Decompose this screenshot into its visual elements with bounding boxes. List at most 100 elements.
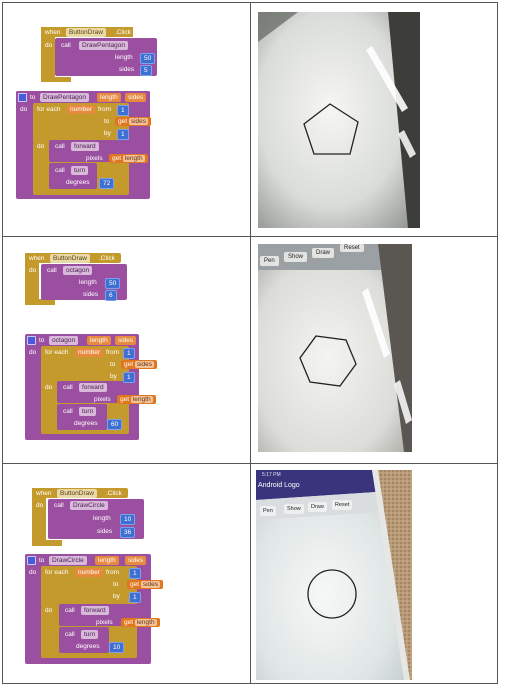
call-arg1-value[interactable]: 10 <box>120 514 136 525</box>
foreach-to-label: to <box>110 361 116 368</box>
call-proc-dropdown[interactable]: DrawCircle <box>70 501 108 510</box>
call-arg1-value[interactable]: 50 <box>140 53 156 64</box>
get-label: get <box>112 155 122 162</box>
def-param-length[interactable]: length <box>87 336 111 345</box>
get-label: get <box>120 396 130 403</box>
mutator-gear-icon[interactable] <box>18 93 27 102</box>
turn-degrees-label: degrees <box>74 420 98 427</box>
event-when-label: when <box>36 490 52 497</box>
call-turn-dropdown[interactable]: turn <box>81 630 99 639</box>
foreach-get-sides[interactable]: get sides <box>127 580 164 589</box>
event-component-dropdown[interactable]: ButtonDraw <box>50 254 90 263</box>
forward-get-length[interactable]: get length <box>109 154 148 163</box>
def-param-length[interactable]: length <box>97 93 121 102</box>
event-component-dropdown[interactable]: ButtonDraw <box>66 28 106 37</box>
def-proc-name[interactable]: octagon <box>49 336 79 345</box>
event-component-dropdown[interactable]: ButtonDraw <box>57 489 97 498</box>
def-param-sides[interactable]: sides <box>125 93 147 102</box>
tab-show[interactable]: Show <box>284 504 304 514</box>
forward-get-length[interactable]: get length <box>121 618 160 627</box>
tab-reset[interactable]: Reset <box>332 500 353 510</box>
get-var: length <box>122 155 145 162</box>
foreach-to-label: to <box>113 581 119 588</box>
foreach-var[interactable]: number <box>67 105 96 114</box>
tab-reset[interactable]: Reset <box>340 244 364 252</box>
call-forward-dropdown[interactable]: forward <box>79 383 107 392</box>
foreach-get-sides[interactable]: get sides <box>115 117 152 126</box>
call-arg1-name: length <box>115 54 133 61</box>
foreach-by-value[interactable]: 1 <box>117 129 129 140</box>
call-proc-dropdown[interactable]: DrawPentagon <box>79 41 128 50</box>
foreach-from-label: from <box>98 106 111 113</box>
forward-get-length[interactable]: get length <box>117 395 156 404</box>
call-arg2-value[interactable]: 36 <box>120 527 136 538</box>
foreach-get-sides[interactable]: get sides <box>121 360 158 369</box>
foreach-label: for each <box>37 106 61 113</box>
foreach-do-label: do <box>37 143 45 150</box>
foreach-by-label: by <box>104 130 111 137</box>
def-proc-name[interactable]: DrawCircle <box>49 556 87 565</box>
call-forward-label: call <box>63 384 73 391</box>
foreach-from-value[interactable]: 1 <box>117 105 129 116</box>
def-to-label: to <box>30 94 36 101</box>
call-arg2-value[interactable]: 6 <box>105 290 117 301</box>
row2-blocks-cell: when ButtonDraw .Click do call octagon l… <box>3 237 250 463</box>
def-param-sides[interactable]: sides <box>115 336 137 345</box>
turn-degrees-label: degrees <box>76 643 100 650</box>
def-param-length[interactable]: length <box>95 556 119 565</box>
tab-pen[interactable]: Pen <box>260 506 276 516</box>
foreach-by-value[interactable]: 1 <box>123 372 135 383</box>
tab-show[interactable]: Show <box>284 252 308 262</box>
row1-blocks-cell: when ButtonDraw .Click do call DrawPenta… <box>3 3 250 236</box>
call-arg2-name: sides <box>83 291 99 298</box>
tab-draw[interactable]: Draw <box>308 502 327 512</box>
call-proc-dropdown[interactable]: octagon <box>63 266 93 275</box>
turn-degrees-value[interactable]: 60 <box>107 419 123 430</box>
turn-degrees-value[interactable]: 10 <box>109 642 125 653</box>
foreach-from-value[interactable]: 1 <box>123 348 135 359</box>
get-label: get <box>118 118 128 125</box>
mutator-gear-icon[interactable] <box>27 556 36 565</box>
table-column-divider <box>250 2 251 684</box>
call-turn-label: call <box>65 631 75 638</box>
call-arg2-value[interactable]: 5 <box>140 65 152 76</box>
turn-degrees-value[interactable]: 72 <box>99 178 115 189</box>
call-label: call <box>54 502 64 509</box>
get-var: length <box>130 396 153 403</box>
def-param-sides[interactable]: sides <box>125 556 147 565</box>
foreach-var[interactable]: number <box>75 348 104 357</box>
call-arg1-value[interactable]: 50 <box>105 278 121 289</box>
mutator-gear-icon[interactable] <box>27 336 36 345</box>
get-var: length <box>134 619 157 626</box>
call-forward-dropdown[interactable]: forward <box>71 142 99 151</box>
call-arg2-name: sides <box>97 528 113 535</box>
call-turn-label: call <box>63 408 73 415</box>
call-forward-label: call <box>65 607 75 614</box>
event-when-label: when <box>45 29 61 36</box>
foreach-label: for each <box>45 569 69 576</box>
call-turn-dropdown[interactable]: turn <box>79 407 97 416</box>
get-label: get <box>124 619 134 626</box>
event-do-label: do <box>45 42 53 49</box>
def-to-label: to <box>39 337 45 344</box>
tab-draw[interactable]: Draw <box>312 248 335 258</box>
call-turn-dropdown[interactable]: turn <box>71 166 89 175</box>
event-click-label: .Click <box>115 29 131 36</box>
foreach-by-value[interactable]: 1 <box>129 592 141 603</box>
tab-pen[interactable]: Pen <box>260 256 279 266</box>
foreach-from-value[interactable]: 1 <box>129 568 141 579</box>
foreach-do-label: do <box>45 607 53 614</box>
event-click-label: .Click <box>106 490 122 497</box>
row3-photo: 5:17 PM Android Logo Pen Show Draw Reset <box>256 470 412 680</box>
foreach-by-label: by <box>113 593 120 600</box>
get-var: sides <box>134 361 155 368</box>
forward-pixels-label: pixels <box>86 155 103 162</box>
call-arg2-name: sides <box>119 66 135 73</box>
get-var: sides <box>140 581 161 588</box>
def-proc-name[interactable]: DrawPentagon <box>40 93 89 102</box>
foreach-var[interactable]: number <box>75 568 104 577</box>
call-forward-dropdown[interactable]: forward <box>81 606 109 615</box>
foreach-label: for each <box>45 349 69 356</box>
call-turn-label: call <box>55 167 65 174</box>
table-border-right <box>497 2 498 684</box>
